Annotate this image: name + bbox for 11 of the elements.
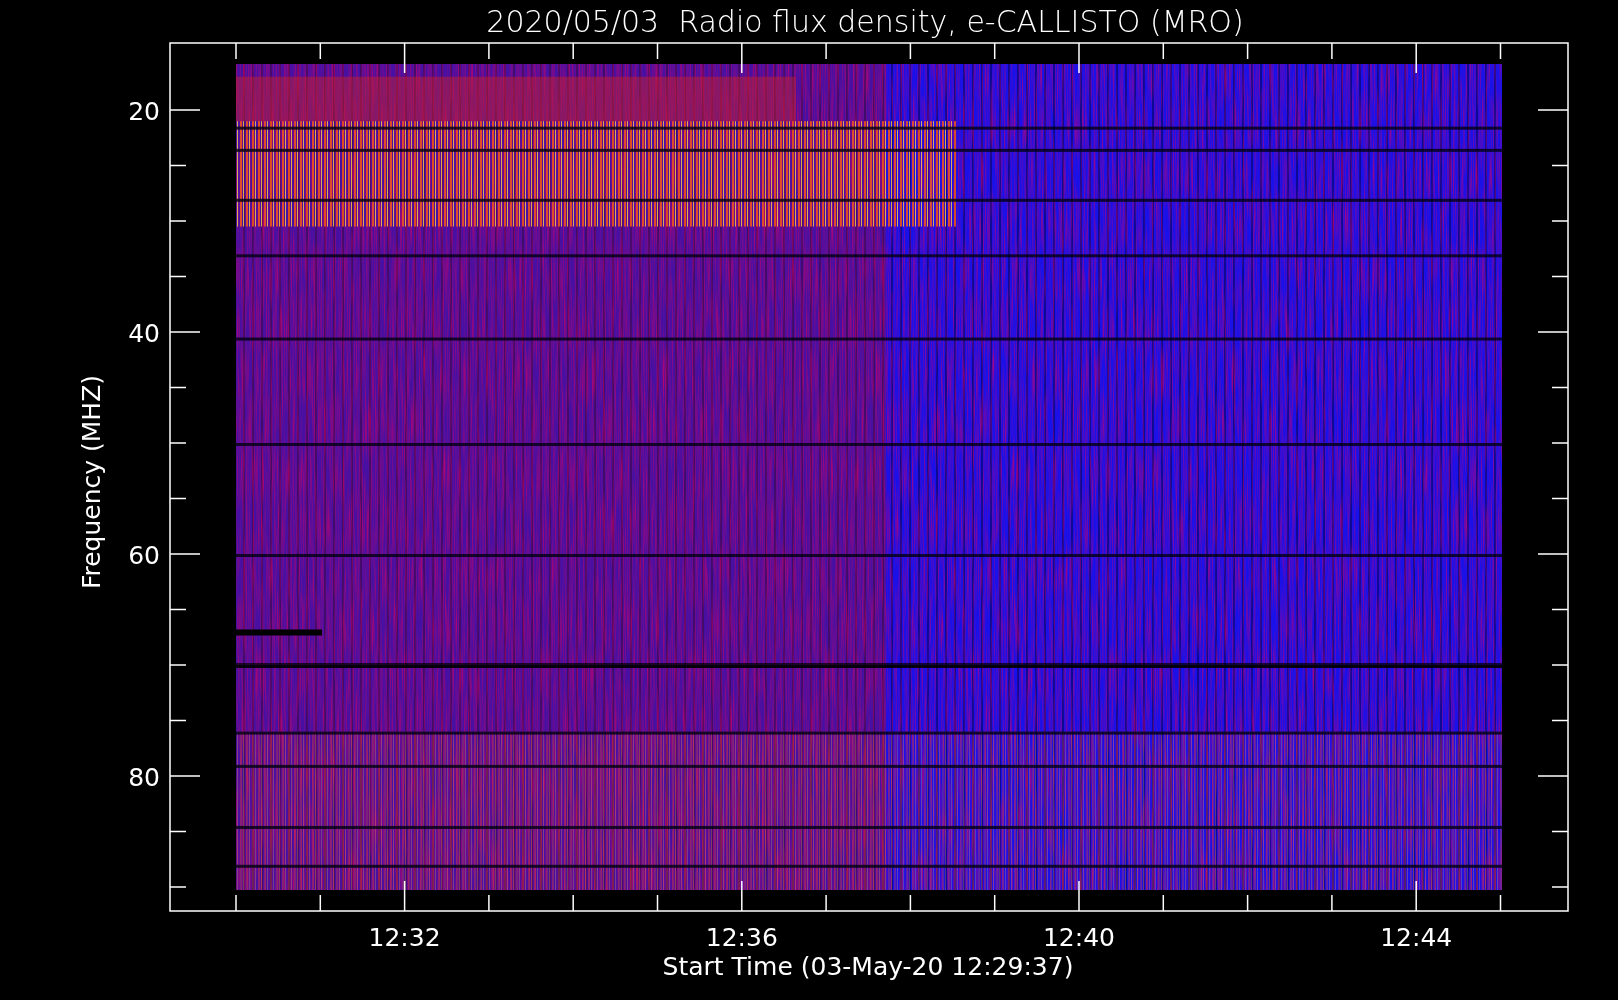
y-tick-label: 60	[128, 541, 160, 570]
x-tick-label: 12:40	[1043, 923, 1115, 952]
x-axis-label: Start Time (03-May-20 12:29:37)	[662, 952, 1074, 981]
x-tick-label: 12:44	[1380, 923, 1453, 952]
y-axis-label: Frequency (MHZ)	[77, 374, 106, 590]
chart-title: 2020/05/03 Radio flux density, e-CALLISTO (MRO)	[486, 4, 1244, 39]
y-tick-label: 20	[128, 97, 160, 126]
x-tick-label: 12:32	[368, 923, 441, 952]
x-tick-label: 12:36	[705, 923, 778, 952]
y-tick-label: 80	[128, 763, 160, 792]
y-tick-label: 40	[128, 319, 160, 348]
